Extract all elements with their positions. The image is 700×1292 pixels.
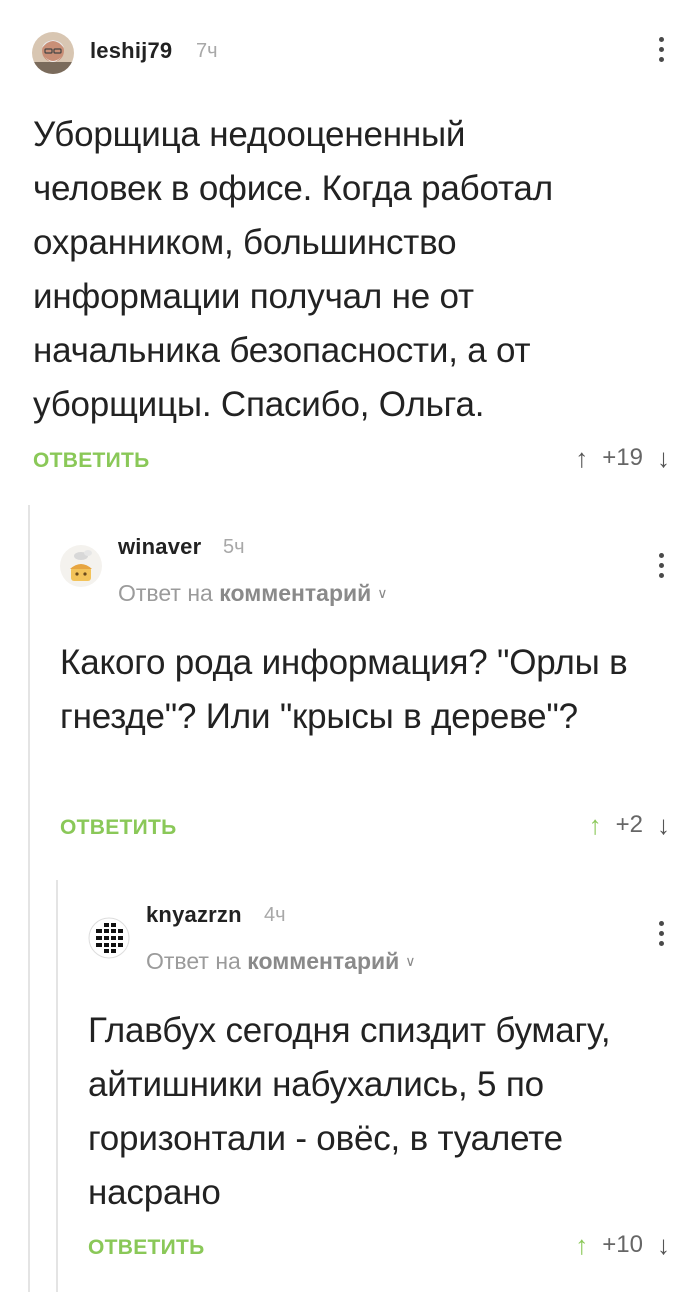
arrow-up-icon[interactable]: ↑ <box>575 1230 588 1261</box>
avatar[interactable] <box>88 917 130 959</box>
reply-to-prefix: Ответ на <box>118 580 213 606</box>
reply-to-target[interactable]: комментарий <box>219 580 371 606</box>
vote-controls: ↑ +2 ↓ <box>589 810 670 840</box>
reply-button[interactable]: ОТВЕТИТЬ <box>60 816 177 840</box>
comment-text: Уборщица недооцененный человек в офисе. … <box>33 115 553 424</box>
arrow-up-icon[interactable]: ↑ <box>589 810 602 841</box>
comment-text: Какого рода информация? "Орлы в гнезде"?… <box>60 643 628 736</box>
more-options-icon[interactable] <box>656 921 666 946</box>
arrow-down-icon[interactable]: ↓ <box>657 810 670 841</box>
thread-line-level-1 <box>28 505 30 1292</box>
vote-controls: ↑ +19 ↓ <box>575 443 670 473</box>
arrow-down-icon[interactable]: ↓ <box>657 443 670 474</box>
comment-time: 7ч <box>196 40 218 62</box>
rating-count: +10 <box>602 1231 643 1258</box>
reply-button[interactable]: ОТВЕТИТЬ <box>88 1236 205 1260</box>
vote-controls: ↑ +10 ↓ <box>575 1230 670 1260</box>
comment-text: Главбух сегодня спиздит бумагу, айтишник… <box>88 1011 611 1212</box>
reply-to-link[interactable]: Ответ на комментарий ∨ <box>118 580 388 607</box>
thread-line-level-2 <box>56 880 58 1292</box>
reply-to-link[interactable]: Ответ на комментарий ∨ <box>146 948 416 975</box>
rating-count: +19 <box>602 444 643 471</box>
avatar[interactable] <box>32 32 74 74</box>
comment-time: 5ч <box>223 536 245 558</box>
chevron-down-icon[interactable]: ∨ <box>377 585 387 602</box>
reply-to-target[interactable]: комментарий <box>247 948 399 974</box>
chevron-down-icon[interactable]: ∨ <box>405 953 415 970</box>
reply-button[interactable]: ОТВЕТИТЬ <box>33 449 150 473</box>
rating-count: +2 <box>615 811 643 838</box>
username[interactable]: winaver <box>118 534 201 560</box>
more-options-icon[interactable] <box>656 553 666 578</box>
username[interactable]: leshij79 <box>90 38 172 64</box>
more-options-icon[interactable] <box>656 37 666 62</box>
arrow-up-icon[interactable]: ↑ <box>575 443 588 474</box>
arrow-down-icon[interactable]: ↓ <box>657 1230 670 1261</box>
reply-to-prefix: Ответ на <box>146 948 241 974</box>
username[interactable]: knyazrzn <box>146 902 242 928</box>
avatar[interactable] <box>60 545 102 587</box>
comment-time: 4ч <box>264 904 286 926</box>
